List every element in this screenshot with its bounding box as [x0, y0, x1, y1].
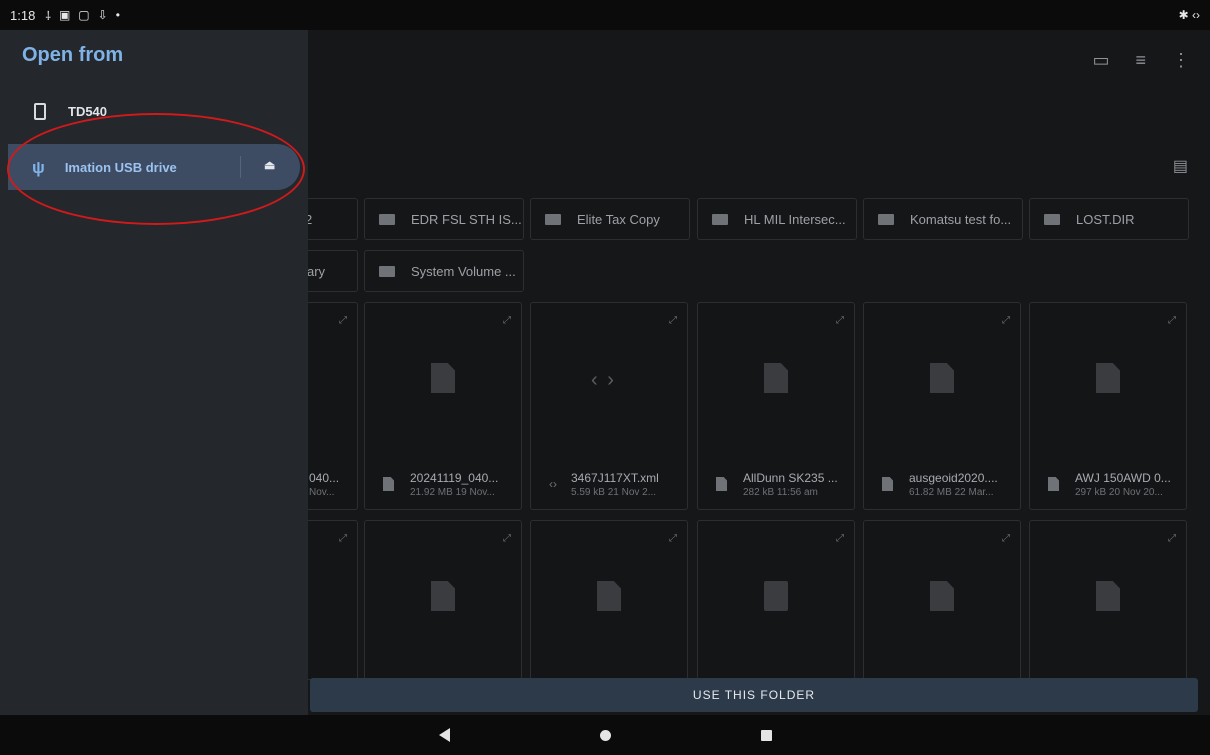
folder-item[interactable]: Elite Tax Copy [530, 198, 690, 240]
folder-icon [379, 265, 395, 277]
code-file-icon: ‹ › [591, 369, 616, 391]
folder-label: HL MIL Intersec... [744, 211, 846, 227]
home-icon[interactable] [599, 729, 611, 741]
folder-item[interactable]: System Volume ... [364, 250, 524, 292]
folder-item[interactable]: LOST.DIR [1029, 198, 1189, 240]
system-nav-bar [0, 715, 1210, 755]
file-name: 3467J117XT.xml [571, 470, 659, 485]
folder-icon [1044, 213, 1060, 225]
expand-icon[interactable]: ⤢ [669, 315, 677, 326]
file-card[interactable]: ⤢ [530, 520, 688, 680]
file-icon [1096, 363, 1120, 393]
folder-item[interactable]: EDR FSL STH IS... [364, 198, 524, 240]
file-card[interactable]: ⤢ [863, 520, 1021, 680]
eject-icon[interactable]: ⏏ [264, 158, 275, 172]
expand-icon[interactable]: ⤢ [1168, 315, 1176, 326]
file-icon [383, 477, 394, 491]
bluetooth-icon: ✱ ‹› [1178, 8, 1200, 22]
navigation-drawer: Open from TD540 ψ Imation USB drive ⏏ [0, 30, 308, 715]
dot-icon: • [115, 8, 120, 22]
file-icon [431, 581, 455, 611]
phone-icon [34, 102, 46, 120]
expand-icon[interactable]: ⤢ [1168, 533, 1176, 544]
folder-item[interactable]: HL MIL Intersec... [697, 198, 857, 240]
drawer-item-td540[interactable]: TD540 [8, 88, 300, 134]
drawer-item-label: Imation USB drive [64, 159, 177, 175]
file-details: 21.92 MB 19 Nov... [410, 486, 495, 498]
folder-label: Komatsu test fo... [910, 211, 1012, 227]
file-details: 5.59 kB 21 Nov 2... [571, 486, 657, 498]
folder-item[interactable]: Komatsu test fo... [863, 198, 1023, 240]
file-icon [716, 477, 727, 491]
file-icon [1048, 477, 1059, 491]
usb-icon: ⸸ [45, 8, 51, 23]
expand-icon[interactable]: ⤢ [1002, 533, 1010, 544]
file-card[interactable]: ⤢ AWJ 150AWD 0... 297 kB 20 Nov 20... [1029, 302, 1187, 510]
file-icon [1096, 581, 1120, 611]
recents-icon[interactable] [760, 729, 772, 741]
list-view-icon[interactable]: ▤ [1173, 156, 1188, 176]
divider [240, 156, 241, 178]
folder-icon [545, 213, 561, 225]
file-name: 040... [309, 470, 340, 485]
screen: 1:18 ⸸ ▣ ▢ ⇩ • ✱ ‹› ▭ ≡ ⋮ ▤ 2 EDR FSL ST… [0, 0, 1210, 755]
folder-icon [878, 213, 894, 225]
file-card[interactable]: ⤢ 20241119_040... 21.92 MB 19 Nov... [364, 302, 522, 510]
usb-icon: ψ [32, 157, 45, 177]
file-card[interactable]: ⤢ [697, 520, 855, 680]
file-name: AllDunn SK235 ... [743, 470, 838, 485]
file-name: 20241119_040... [410, 470, 499, 485]
status-bar: 1:18 ⸸ ▣ ▢ ⇩ • ✱ ‹› [0, 0, 1210, 30]
file-card[interactable]: ⤢ AllDunn SK235 ... 282 kB 11:56 am [697, 302, 855, 510]
expand-icon[interactable]: ⤢ [1002, 315, 1010, 326]
file-icon [930, 363, 954, 393]
folder-icon [379, 213, 395, 225]
more-icon[interactable]: ⋮ [1172, 50, 1190, 71]
file-icon [882, 477, 893, 491]
drawer-title: Open from [22, 44, 124, 66]
document-icon [930, 581, 954, 611]
drawer-item-label: TD540 [68, 103, 108, 119]
file-name: AWJ 150AWD 0... [1075, 470, 1171, 485]
file-card[interactable]: ⤢ [1029, 520, 1187, 680]
new-folder-icon[interactable]: ▭ [1092, 50, 1109, 71]
file-card[interactable]: ⤢ [364, 520, 522, 680]
download-icon: ⇩ [97, 8, 108, 22]
code-file-icon: ‹› [549, 477, 557, 491]
file-icon [597, 581, 621, 611]
status-time: 1:18 [10, 7, 36, 23]
folder-label: System Volume ... [411, 263, 516, 279]
file-icon [431, 363, 455, 393]
folder-label: Elite Tax Copy [577, 211, 660, 227]
file-details: Nov... [309, 486, 335, 498]
notification-icon: ▢ [78, 8, 90, 22]
expand-icon[interactable]: ⤢ [836, 533, 844, 544]
file-details: 61.82 MB 22 Mar... [909, 486, 994, 498]
file-name: ausgeoid2020.... [909, 470, 998, 485]
zip-file-icon [764, 581, 788, 611]
expand-icon[interactable]: ⤢ [503, 315, 511, 326]
folder-label: EDR FSL STH IS... [411, 211, 522, 227]
folder-icon [712, 213, 728, 225]
expand-icon[interactable]: ⤢ [836, 315, 844, 326]
sort-icon[interactable]: ≡ [1135, 50, 1146, 71]
a-icon: ▣ [58, 8, 71, 22]
file-card[interactable]: ⤢ ‹ › ‹› 3467J117XT.xml 5.59 kB 21 Nov 2… [530, 302, 688, 510]
expand-icon[interactable]: ⤢ [669, 533, 677, 544]
use-this-folder-button[interactable]: USE THIS FOLDER [310, 678, 1198, 712]
drawer-item-usb-drive[interactable]: ψ Imation USB drive ⏏ [8, 144, 300, 190]
expand-icon[interactable]: ⤢ [503, 533, 511, 544]
back-icon[interactable] [438, 728, 450, 742]
expand-icon[interactable]: ⤢ [339, 315, 347, 326]
file-icon [764, 363, 788, 393]
toolbar: ▭ ≡ ⋮ [1092, 50, 1190, 71]
file-details: 282 kB 11:56 am [743, 486, 818, 498]
file-card[interactable]: ⤢ ausgeoid2020.... 61.82 MB 22 Mar... [863, 302, 1021, 510]
file-details: 297 kB 20 Nov 20... [1075, 486, 1163, 498]
expand-icon[interactable]: ⤢ [339, 533, 347, 544]
folder-label: LOST.DIR [1076, 211, 1135, 227]
